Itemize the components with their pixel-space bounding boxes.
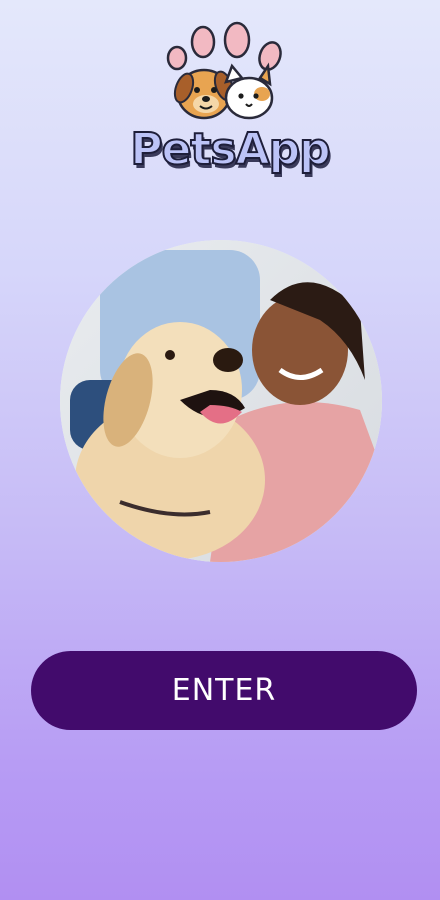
app-name: PetsApp xyxy=(129,123,331,176)
girl-with-dog-image xyxy=(60,240,382,562)
paw-pets-icon xyxy=(166,21,282,120)
enter-button[interactable]: ENTER xyxy=(31,651,417,730)
hero-photo xyxy=(60,240,382,562)
app-logo: PetsApp xyxy=(122,18,338,176)
